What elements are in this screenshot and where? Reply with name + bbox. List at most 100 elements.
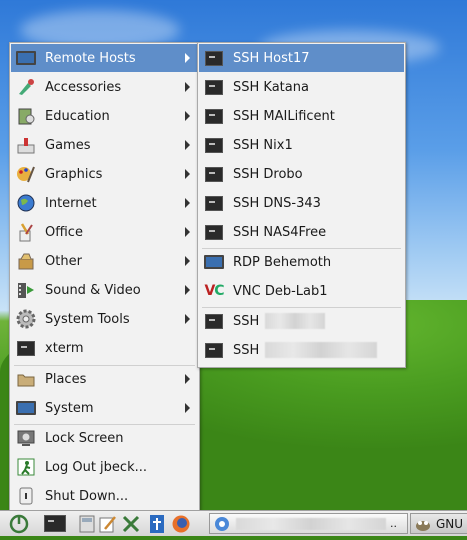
menu-item-label: SSH Host17 [233,50,310,66]
folder-icon [15,368,37,390]
menu-item-education[interactable]: Education [11,102,198,130]
firefox-launcher[interactable] [170,514,192,533]
menu-item-label: SSH Katana [233,79,309,95]
menu-item-other[interactable]: Other [11,247,198,275]
menu-item-ssh-katana[interactable]: SSH Katana [199,73,404,101]
menu-item-lock-screen[interactable]: Lock Screen [11,424,198,452]
menu-item-games[interactable]: Games [11,131,198,159]
terminal-icon [203,134,225,156]
globe-icon [15,192,37,214]
terminal-icon [203,192,225,214]
menu-item-shut-down[interactable]: Shut Down... [11,482,198,510]
menu-item-label: Places [45,371,87,387]
text-editor-icon [99,515,116,532]
menu-item-label: Shut Down... [45,488,129,504]
terminal-icon [203,310,225,332]
office-icon [15,221,37,243]
menu-item-label: Accessories [45,79,122,95]
chevron-right-icon [185,314,190,324]
menu-item-vnc-deb-lab1[interactable]: VC VNC Deb-Lab1 [199,277,404,305]
menu-item-office[interactable]: Office [11,218,198,246]
menu-item-internet[interactable]: Internet [11,189,198,217]
chevron-right-icon [185,53,190,63]
monitor-icon [15,47,37,69]
chevron-right-icon [185,169,190,179]
monitor-icon [203,251,225,273]
graphics-icon [15,163,37,185]
menu-item-ssh-host17[interactable]: SSH Host17 [199,44,404,72]
menu-item-remote-hosts[interactable]: Remote Hosts [11,44,198,72]
lock-icon [15,427,37,449]
menu-item-label: Remote Hosts [45,50,136,66]
menu-item-label: SSH Drobo [233,166,303,182]
terminal-icon [44,515,66,532]
menu-item-label: Lock Screen [45,430,124,446]
menu-item-label: xterm [45,340,84,356]
menu-item-ssh-nix1[interactable]: SSH Nix1 [199,131,404,159]
menu-item-ssh-dns-343[interactable]: SSH DNS-343 [199,189,404,217]
editor-launcher[interactable] [98,514,118,533]
accessories-icon [15,76,37,98]
terminal-icon [203,163,225,185]
chevron-right-icon [185,403,190,413]
applications-menu: Remote Hosts Accessories Education Games… [9,42,200,512]
power-swirl-icon [9,514,29,533]
menu-item-graphics[interactable]: Graphics [11,160,198,188]
menu-item-ssh-mailificent[interactable]: SSH MAILificent [199,102,404,130]
menu-item-ssh-redacted-2[interactable]: SSH [199,336,404,364]
taskbar-window-gimp[interactable]: GNU [410,513,467,534]
menu-item-rdp-behemoth[interactable]: RDP Behemoth [199,248,404,276]
menu-item-ssh-redacted-1[interactable]: SSH [199,307,404,335]
power-icon [15,485,37,507]
menu-item-system-tools[interactable]: System Tools [11,305,198,333]
menu-item-label: Education [45,108,110,124]
chevron-right-icon [185,111,190,121]
terminal-icon [203,76,225,98]
terminal-icon [203,339,225,361]
chevron-right-icon [185,285,190,295]
firefox-icon [172,515,190,532]
taskbar-window-browser[interactable]: .. [209,513,408,534]
gear-icon [15,308,37,330]
menu-item-label: Internet [45,195,97,211]
menu-item-label: SSH NAS4Free [233,224,327,240]
taskbar-window-label: GNU [436,516,464,531]
menu-item-system[interactable]: System [11,394,198,422]
menu-item-sound-video[interactable]: Sound & Video [11,276,198,304]
menu-item-label: SSH [233,313,260,329]
other-icon [15,250,37,272]
menu-item-label: SSH [233,342,260,358]
menu-item-label: System [45,400,94,416]
terminal-icon [203,47,225,69]
logout-icon [15,456,37,478]
tools-icon [122,515,140,532]
calculator-launcher[interactable] [78,514,96,533]
taskbar: .. GNU [0,510,467,536]
tools-launcher[interactable] [120,514,142,533]
chevron-right-icon [185,140,190,150]
chevron-right-icon [185,256,190,266]
menu-item-label: Office [45,224,83,240]
menu-item-label: VNC Deb-Lab1 [233,283,328,299]
menu-item-ssh-drobo[interactable]: SSH Drobo [199,160,404,188]
menu-item-label: Other [45,253,82,269]
redacted-hostname [265,313,326,329]
games-icon [15,134,37,156]
menu-item-xterm[interactable]: xterm [11,334,198,362]
menu-item-label: SSH DNS-343 [233,195,321,211]
vnc-icon: VC [204,283,224,299]
menu-item-ssh-nas4free[interactable]: SSH NAS4Free [199,218,404,246]
menu-item-places[interactable]: Places [11,365,198,393]
chevron-right-icon [185,198,190,208]
menu-item-label: RDP Behemoth [233,254,332,270]
menu-item-label: System Tools [45,311,130,327]
start-menu-button[interactable] [8,514,30,533]
chevron-right-icon [185,227,190,237]
remote-hosts-submenu: SSH Host17 SSH Katana SSH MAILificent SS… [197,42,406,368]
menu-item-accessories[interactable]: Accessories [11,73,198,101]
terminal-launcher[interactable] [42,514,68,533]
sound-video-icon [15,279,37,301]
network-launcher[interactable] [147,514,167,533]
menu-item-log-out[interactable]: Log Out jbeck... [11,453,198,481]
menu-item-label: Games [45,137,91,153]
